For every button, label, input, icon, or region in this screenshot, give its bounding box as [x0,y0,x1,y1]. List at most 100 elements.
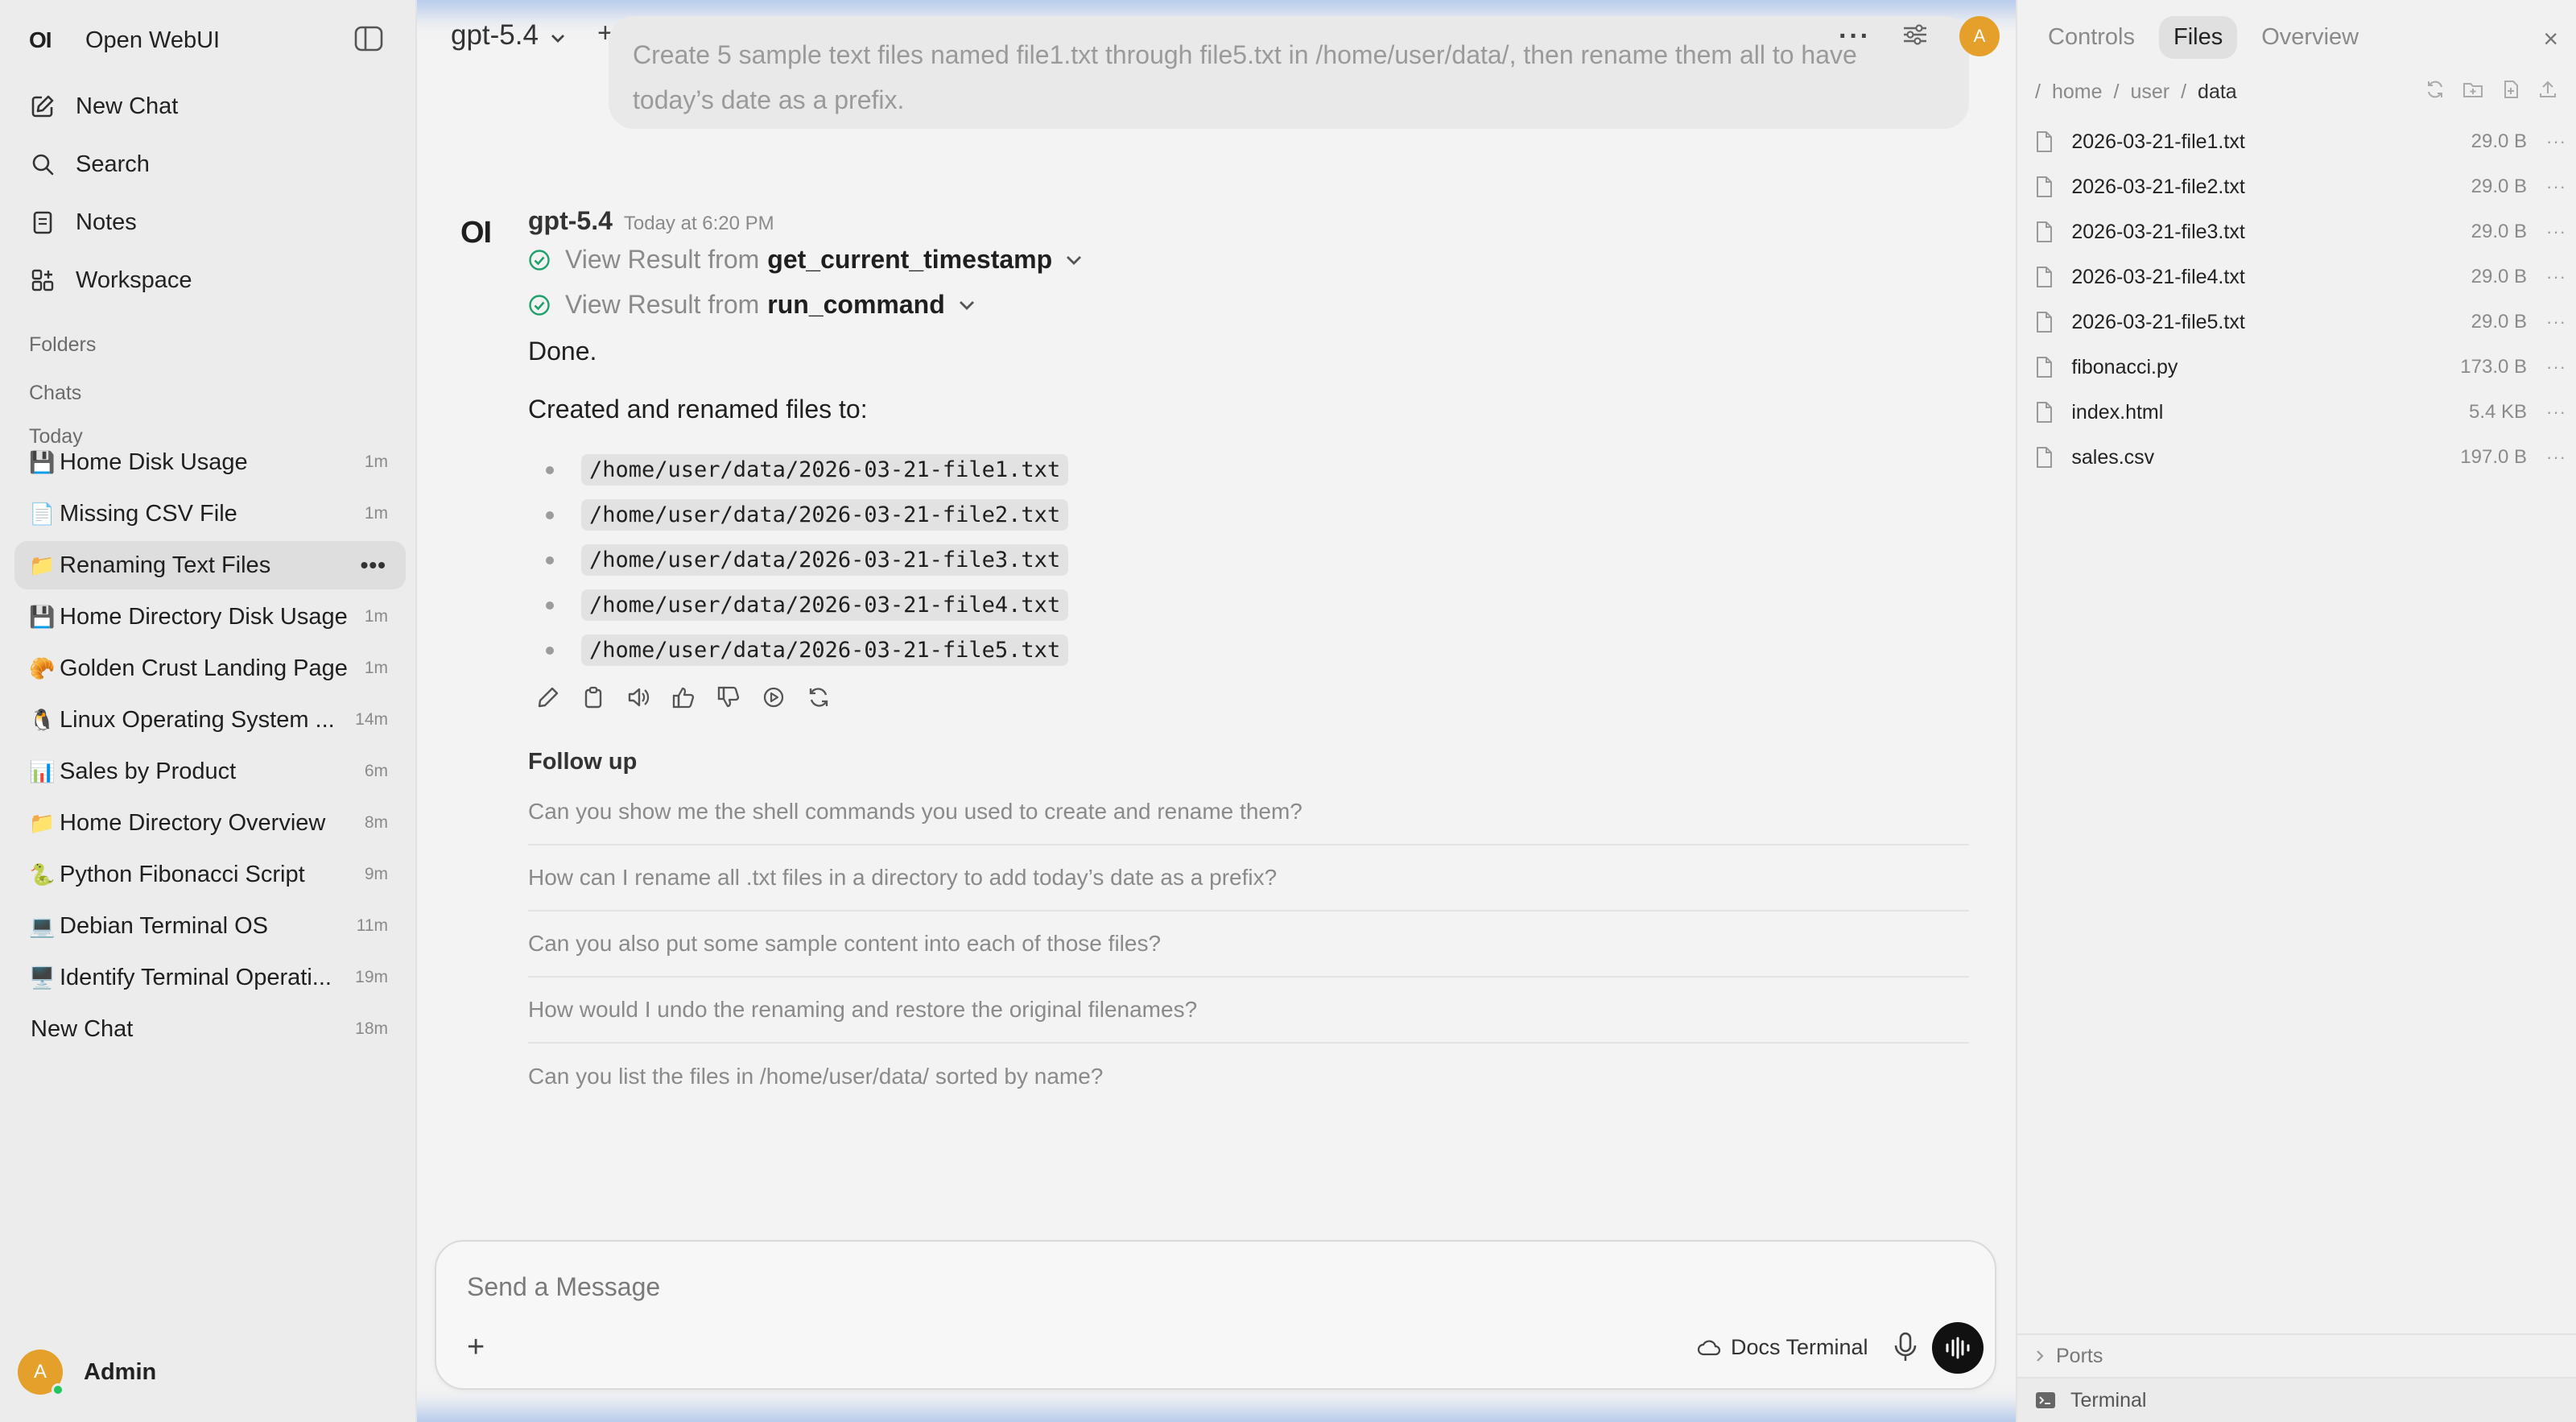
bullet-dot [546,646,554,655]
refresh-icon[interactable] [2425,79,2446,104]
new-file-icon[interactable] [2500,79,2521,104]
file-row[interactable]: 2026-03-21-file3.txt 29.0 B ··· [2035,209,2566,254]
cloud-icon [1697,1339,1721,1357]
nav-notes[interactable]: Notes [29,203,137,242]
chat-emoji-icon: 💻 [29,913,56,938]
chat-title: Home Directory Disk Usage [60,603,348,630]
chat-area: gpt-5.4 + Create 5 sample text files nam… [419,0,2016,1422]
breadcrumb-data[interactable]: data [2198,81,2237,104]
file-more-button[interactable]: ··· [2546,402,2566,423]
new-folder-icon[interactable] [2462,79,2484,104]
follow-up-suggestion[interactable]: How would I undo the renaming and restor… [528,978,1969,1044]
online-status-dot [52,1383,64,1396]
thumbs-up-icon[interactable] [671,683,716,712]
chat-item[interactable]: 💾 Home Disk Usage 1m [14,438,406,486]
file-row[interactable]: sales.csv 197.0 B ··· [2035,435,2566,480]
docs-terminal-toggle[interactable]: Docs Terminal [1697,1335,1868,1360]
chat-title: Missing CSV File [60,500,237,527]
file-more-button[interactable]: ··· [2546,267,2566,287]
chat-item[interactable]: 🐧 Linux Operating System ... 14m [14,696,406,744]
upload-icon[interactable] [2537,79,2558,104]
breadcrumb-root[interactable]: / [2035,81,2041,104]
chats-heading[interactable]: Chats [29,382,81,405]
chat-title: Sales by Product [60,758,237,784]
ports-label: Ports [2056,1344,2103,1367]
chat-time: 1m [364,504,388,523]
chat-item[interactable]: New Chat 18m [14,1005,406,1053]
file-path-code: /home/user/data/2026-03-21-file4.txt [581,589,1069,621]
file-name: 2026-03-21-file2.txt [2071,175,2245,198]
chat-item[interactable]: 📄 Missing CSV File 1m [14,490,406,538]
file-row[interactable]: fibonacci.py 173.0 B ··· [2035,345,2566,390]
tab-files[interactable]: Files [2159,16,2238,59]
regenerate-icon[interactable] [807,683,852,712]
breadcrumb-user[interactable]: user [2130,81,2169,104]
folders-heading[interactable]: Folders [29,333,96,357]
file-more-button[interactable]: ··· [2546,312,2566,333]
more-options-button[interactable]: ··· [1839,21,1871,52]
breadcrumb-home[interactable]: home [2052,81,2103,104]
header-avatar-initial: A [1973,26,1986,46]
nav-new-chat[interactable]: New Chat [29,87,178,126]
chat-item[interactable]: 📊 Sales by Product 6m [14,747,406,796]
ports-section[interactable]: Ports [2017,1333,2576,1377]
copy-icon[interactable] [581,683,626,712]
file-more-button[interactable]: ··· [2546,131,2566,152]
chat-time: 19m [355,968,388,986]
file-name: 2026-03-21-file3.txt [2071,220,2245,243]
user-menu[interactable]: A Admin [18,1350,156,1396]
chat-item[interactable]: 💾 Home Directory Disk Usage 1m [14,593,406,641]
tool-result-toggle[interactable]: View Result from run_command [528,290,976,320]
follow-up-suggestion[interactable]: Can you list the files in /home/user/dat… [528,1044,1969,1110]
tab-controls[interactable]: Controls [2033,16,2149,59]
file-row[interactable]: 2026-03-21-file5.txt 29.0 B ··· [2035,300,2566,345]
file-more-button[interactable]: ··· [2546,357,2566,378]
file-icon [2035,311,2055,333]
attach-button[interactable]: + [467,1330,485,1365]
file-more-button[interactable]: ··· [2546,221,2566,242]
chat-item[interactable]: 🖥️ Identify Terminal Operati... 19m [14,953,406,1002]
chat-title: Renaming Text Files [60,552,271,578]
chat-more-button[interactable]: ••• [361,552,386,578]
file-row[interactable]: index.html 5.4 KB ··· [2035,390,2566,435]
file-row[interactable]: 2026-03-21-file1.txt 29.0 B ··· [2035,119,2566,164]
nav-search[interactable]: Search [29,145,150,184]
follow-up-suggestion[interactable]: Can you also put some sample content int… [528,911,1969,978]
voice-mode-button[interactable] [1932,1322,1984,1374]
chat-time: 14m [355,710,388,729]
chat-title: Linux Operating System ... [60,706,335,733]
follow-up-suggestion[interactable]: Can you show me the shell commands you u… [528,779,1969,845]
chat-item[interactable]: 🥐 Golden Crust Landing Page 1m [14,644,406,692]
model-selector[interactable]: gpt-5.4 [451,19,566,52]
chat-item[interactable]: 📁 Renaming Text Files ••• [14,541,406,589]
chat-item[interactable]: 🐍 Python Fibonacci Script 9m [14,850,406,899]
edit-icon[interactable] [536,683,581,712]
continue-response-icon[interactable] [762,683,807,712]
chat-item[interactable]: 📁 Home Directory Overview 8m [14,799,406,847]
file-more-button[interactable]: ··· [2546,447,2566,468]
file-row[interactable]: 2026-03-21-file2.txt 29.0 B ··· [2035,164,2566,209]
message-input[interactable]: Send a Message [467,1272,660,1302]
tab-overview[interactable]: Overview [2247,16,2373,59]
file-more-button[interactable]: ··· [2546,176,2566,197]
file-size: 29.0 B [2471,221,2528,242]
thumbs-down-icon[interactable] [716,683,762,712]
chat-item[interactable]: 💻 Debian Terminal OS 11m [14,902,406,950]
close-icon[interactable]: × [2543,24,2558,54]
controls-sliders-icon[interactable] [1901,23,1929,51]
brand[interactable]: OI Open WebUI [29,24,220,56]
microphone-icon[interactable] [1893,1332,1918,1366]
chat-emoji-icon: 🖥️ [29,965,56,990]
docs-terminal-label: Docs Terminal [1731,1335,1868,1359]
sidebar-toggle-icon[interactable] [354,26,383,52]
header-avatar[interactable]: A [1959,16,2000,56]
follow-up-suggestion[interactable]: How can I rename all .txt files in a dir… [528,845,1969,911]
tool-result-toggle[interactable]: View Result from get_current_timestamp [528,245,1083,275]
nav-workspace[interactable]: Workspace [29,261,192,300]
terminal-section[interactable]: Terminal [2017,1377,2576,1422]
chat-time: 8m [364,813,388,832]
message-timestamp: Today at 6:20 PM [623,213,774,234]
read-aloud-icon[interactable] [626,683,671,712]
file-size: 197.0 B [2460,446,2528,468]
file-row[interactable]: 2026-03-21-file4.txt 29.0 B ··· [2035,254,2566,300]
